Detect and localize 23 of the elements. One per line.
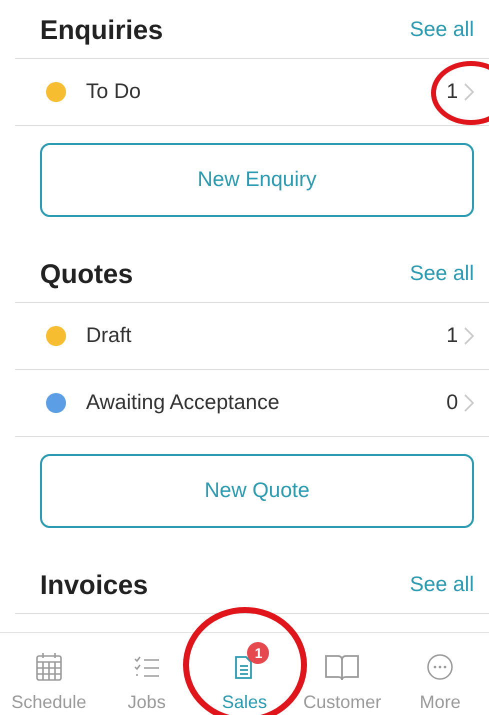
open-book-icon — [324, 652, 360, 682]
status-row[interactable]: Draft 1 — [15, 302, 489, 369]
tab[interactable]: 1 Sales — [196, 633, 294, 715]
tab[interactable]: More — [391, 633, 489, 715]
see-all-link[interactable]: See all — [410, 18, 474, 42]
chevron-icon — [464, 83, 474, 101]
new-item-button[interactable]: New Quote — [40, 454, 474, 528]
count-badge: 1 — [247, 642, 270, 664]
section-title: Quotes — [40, 258, 134, 290]
tab[interactable]: Customer — [293, 633, 392, 715]
status-row[interactable]: To Do 1 — [15, 58, 489, 126]
chevron-icon — [464, 327, 474, 345]
chevron-icon — [464, 394, 474, 412]
status-row[interactable]: Awaiting Acceptance 0 — [15, 369, 489, 437]
section-title: Enquiries — [40, 14, 164, 46]
tab[interactable]: Schedule — [0, 633, 98, 715]
tab[interactable]: Jobs — [98, 633, 196, 715]
calendar-icon — [34, 652, 63, 682]
more-icon — [425, 652, 456, 682]
see-all-link[interactable]: See all — [410, 262, 474, 286]
new-item-button[interactable]: New Enquiry — [40, 143, 474, 217]
see-all-link[interactable]: See all — [410, 573, 474, 597]
section-title: Invoices — [40, 570, 148, 600]
